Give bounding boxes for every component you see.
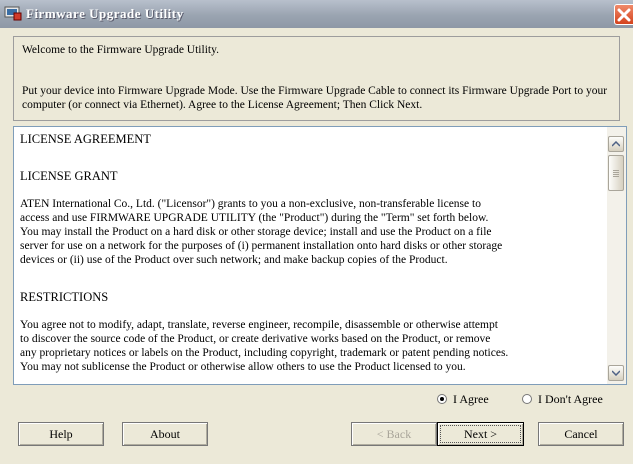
restrictions-line: You agree not to modify, adapt, translat… — [20, 319, 498, 331]
license-title: LICENSE AGREEMENT — [20, 132, 151, 146]
scroll-down-button[interactable] — [608, 365, 624, 381]
help-button[interactable]: Help — [18, 422, 104, 446]
license-grant-line: access and use FIRMWARE UPGRADE UTILITY … — [20, 212, 489, 224]
license-content: LICENSE AGREEMENT LICENSE GRANT ATEN Int… — [20, 130, 606, 374]
restrictions-line: any proprietary notices or labels on the… — [20, 347, 509, 359]
scroll-thumb[interactable] — [608, 155, 624, 191]
license-grant-paragraph: ATEN International Co., Ltd. ("Licensor"… — [20, 197, 606, 267]
disagree-radio-indicator[interactable] — [522, 394, 532, 404]
vertical-scrollbar[interactable] — [607, 127, 626, 384]
arrow-up-icon — [612, 141, 620, 147]
firmware-upgrade-window: Firmware Upgrade Utility Welcome to the … — [0, 0, 633, 464]
back-button[interactable]: < Back — [351, 422, 437, 446]
license-grant-line: You may install the Product on a hard di… — [20, 226, 492, 238]
welcome-text: Welcome to the Firmware Upgrade Utility. — [22, 44, 219, 56]
agree-label: I Agree — [453, 392, 489, 406]
app-icon — [4, 5, 22, 21]
window-title: Firmware Upgrade Utility — [26, 6, 184, 21]
license-grant-heading: LICENSE GRANT — [20, 169, 118, 183]
title-bar[interactable]: Firmware Upgrade Utility — [0, 0, 633, 28]
arrow-down-icon — [612, 370, 620, 376]
restrictions-heading: RESTRICTIONS — [20, 290, 109, 304]
license-grant-line: devices or (ii) use of the Product over … — [20, 254, 448, 266]
instructions-text: Put your device into Firmware Upgrade Mo… — [22, 85, 608, 111]
restrictions-paragraph: You agree not to modify, adapt, translat… — [20, 318, 606, 374]
next-button-label: Next > — [440, 425, 521, 443]
cancel-button[interactable]: Cancel — [538, 422, 624, 446]
agree-radio-indicator[interactable] — [437, 394, 447, 404]
next-button[interactable]: Next > — [437, 422, 524, 446]
license-agreement-textbox[interactable]: LICENSE AGREEMENT LICENSE GRANT ATEN Int… — [13, 126, 627, 385]
close-icon — [617, 8, 631, 22]
welcome-panel: Welcome to the Firmware Upgrade Utility.… — [13, 36, 620, 121]
license-grant-line: ATEN International Co., Ltd. ("Licensor"… — [20, 198, 481, 210]
restrictions-line: to discover the source code of the Produ… — [20, 333, 491, 345]
scroll-up-button[interactable] — [608, 136, 624, 152]
close-button[interactable] — [614, 4, 633, 25]
license-grant-line: server for use on a network for the purp… — [20, 240, 503, 252]
about-button[interactable]: About — [122, 422, 208, 446]
restrictions-line: You may not sublicense the Product or ot… — [20, 361, 466, 373]
disagree-label: I Don't Agree — [538, 392, 603, 406]
